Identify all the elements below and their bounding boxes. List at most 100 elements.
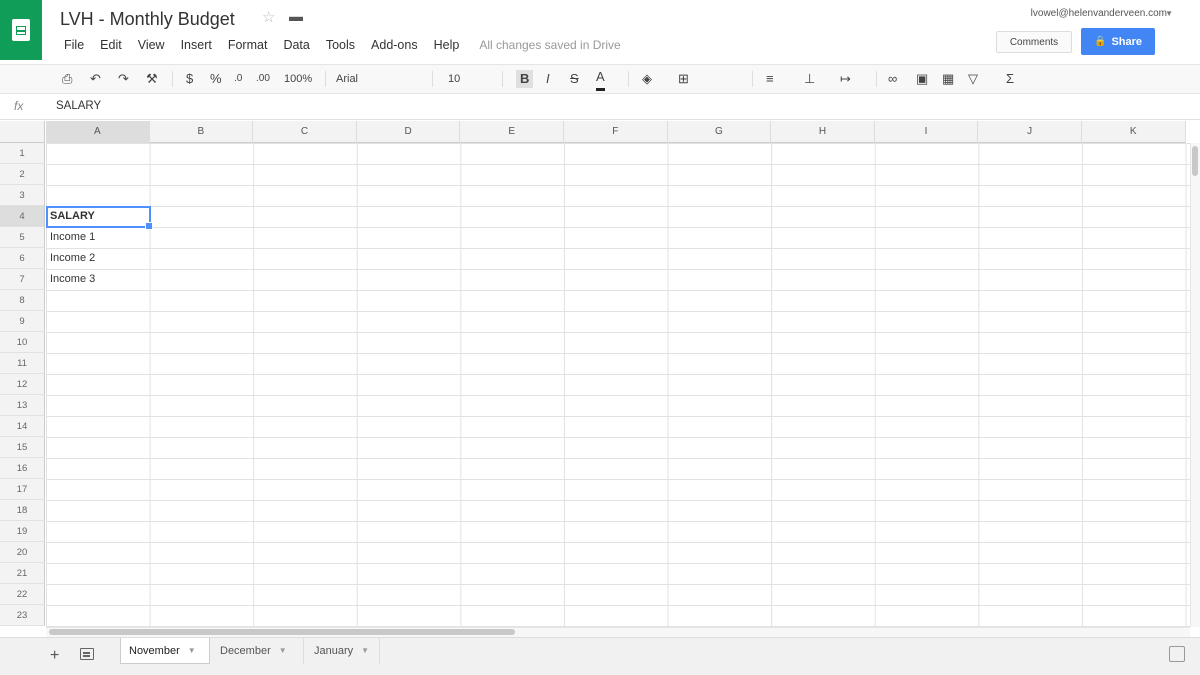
align-icon[interactable]: ≡ (766, 70, 774, 88)
cell-a7[interactable]: Income 3 (50, 269, 95, 290)
comment-icon[interactable]: ▣ (916, 70, 928, 88)
font-size-select[interactable]: 10 (448, 70, 460, 88)
font-select[interactable]: Arial (336, 70, 358, 88)
decimal-increase-icon[interactable]: .00 (256, 70, 270, 88)
column-header-i[interactable]: I (875, 121, 979, 143)
column-header-h[interactable]: H (771, 121, 875, 143)
column-header-k[interactable]: K (1082, 121, 1186, 143)
row-header-2[interactable]: 2 (0, 164, 45, 185)
horizontal-scroll-thumb[interactable] (49, 629, 515, 635)
filter-icon[interactable]: ▽ (968, 70, 978, 88)
sheet-tab-caret-icon[interactable]: ▼ (361, 638, 369, 664)
sheet-tab-november[interactable]: November ▼ (120, 638, 210, 664)
row-header-15[interactable]: 15 (0, 437, 45, 458)
decimal-decrease-icon[interactable]: .0 (234, 70, 242, 88)
toolbar: ⎙ ↶ ↷ ⚒ $ % .0 .00 100% Arial 10 B I S A… (0, 64, 1200, 94)
row-header-5[interactable]: 5 (0, 227, 45, 248)
column-header-j[interactable]: J (978, 121, 1082, 143)
row-header-23[interactable]: 23 (0, 605, 45, 626)
row-header-6[interactable]: 6 (0, 248, 45, 269)
formula-input[interactable]: SALARY (56, 100, 101, 112)
menu-item-help[interactable]: Help (426, 36, 468, 54)
menu-item-add-ons[interactable]: Add-ons (363, 36, 426, 54)
row-header-3[interactable]: 3 (0, 185, 45, 206)
column-header-d[interactable]: D (357, 121, 461, 143)
row-header-13[interactable]: 13 (0, 395, 45, 416)
italic-icon[interactable]: I (546, 70, 550, 88)
cell-area[interactable]: SALARY Income 1 Income 2 Income 3 (46, 143, 1190, 627)
add-sheet-icon[interactable]: + (50, 647, 59, 665)
column-header-a[interactable]: A (46, 121, 150, 143)
sheet-tab-december[interactable]: December ▼ (212, 638, 304, 664)
share-button[interactable]: 🔒 Share (1081, 28, 1155, 55)
undo-icon[interactable]: ↶ (90, 70, 101, 88)
menu-item-format[interactable]: Format (220, 36, 276, 54)
percent-icon[interactable]: % (210, 70, 222, 88)
row-header-17[interactable]: 17 (0, 479, 45, 500)
paint-format-icon[interactable]: ⚒ (146, 70, 158, 88)
column-header-g[interactable]: G (668, 121, 772, 143)
comments-button[interactable]: Comments (996, 31, 1072, 53)
select-all-corner[interactable] (0, 121, 45, 143)
explore-icon[interactable] (1169, 646, 1185, 662)
row-header-21[interactable]: 21 (0, 563, 45, 584)
functions-icon[interactable]: Σ (1006, 70, 1014, 88)
row-header-8[interactable]: 8 (0, 290, 45, 311)
strikethrough-icon[interactable]: S (570, 70, 579, 88)
sheet-tab-caret-icon[interactable]: ▼ (188, 638, 196, 664)
row-header-10[interactable]: 10 (0, 332, 45, 353)
row-header-4[interactable]: 4 (0, 206, 45, 227)
menu-item-data[interactable]: Data (275, 36, 317, 54)
fill-color-icon[interactable]: ◈ (642, 70, 652, 88)
menu-item-file[interactable]: File (56, 36, 92, 54)
cell-a5[interactable]: Income 1 (50, 227, 95, 248)
currency-icon[interactable]: $ (186, 70, 193, 88)
row-header-9[interactable]: 9 (0, 311, 45, 332)
menu-item-insert[interactable]: Insert (173, 36, 220, 54)
text-color-icon[interactable]: A (596, 70, 605, 91)
wrap-icon[interactable]: ↦ (840, 70, 851, 88)
column-header-b[interactable]: B (150, 121, 254, 143)
vertical-scroll-thumb[interactable] (1192, 146, 1198, 176)
redo-icon[interactable]: ↷ (118, 70, 129, 88)
row-header-1[interactable]: 1 (0, 143, 45, 164)
document-title[interactable]: LVH - Monthly Budget (60, 9, 235, 30)
spreadsheet-grid: ABCDEFGHIJK 1 2 3 4 5 6 7 8 9 10 11 12 13 14 15 16 17 18 1… (0, 121, 1190, 627)
menu-item-view[interactable]: View (130, 36, 173, 54)
row-header-11[interactable]: 11 (0, 353, 45, 374)
column-header-e[interactable]: E (460, 121, 564, 143)
column-header-f[interactable]: F (564, 121, 668, 143)
row-header-16[interactable]: 16 (0, 458, 45, 479)
row-header-20[interactable]: 20 (0, 542, 45, 563)
sheet-tab-january[interactable]: January ▼ (306, 638, 380, 664)
cell-a6[interactable]: Income 2 (50, 248, 95, 269)
bold-icon[interactable]: B (516, 70, 534, 88)
row-header-19[interactable]: 19 (0, 521, 45, 542)
account-caret-icon[interactable]: ▼ (1165, 9, 1173, 18)
star-icon[interactable]: ☆ (262, 8, 275, 26)
menu-item-edit[interactable]: Edit (92, 36, 130, 54)
sheets-logo[interactable] (0, 0, 42, 60)
column-header-c[interactable]: C (253, 121, 357, 143)
row-header-14[interactable]: 14 (0, 416, 45, 437)
print-icon[interactable]: ⎙ (62, 70, 72, 88)
selected-cell[interactable] (46, 206, 153, 230)
sheet-tab-caret-icon[interactable]: ▼ (279, 638, 287, 664)
row-header-12[interactable]: 12 (0, 374, 45, 395)
folder-icon[interactable]: ▬ (289, 8, 303, 24)
zoom-select[interactable]: 100% (284, 70, 312, 88)
link-icon[interactable]: ∞ (888, 70, 897, 88)
valign-icon[interactable]: ⊥ (804, 70, 815, 88)
row-header-22[interactable]: 22 (0, 584, 45, 605)
fill-handle[interactable] (145, 222, 153, 230)
account-email[interactable]: lvowel@helenvanderveen.com (1031, 8, 1167, 19)
menu-item-tools[interactable]: Tools (318, 36, 363, 54)
row-header-7[interactable]: 7 (0, 269, 45, 290)
vertical-scrollbar[interactable] (1190, 143, 1200, 627)
row-header-18[interactable]: 18 (0, 500, 45, 521)
borders-icon[interactable]: ⊞ (678, 70, 689, 88)
sheet-list-icon[interactable] (80, 648, 94, 660)
chart-icon[interactable]: ▦ (942, 70, 954, 88)
save-status[interactable]: All changes saved in Drive (467, 36, 632, 54)
sheet-tab-label: December (220, 645, 271, 657)
